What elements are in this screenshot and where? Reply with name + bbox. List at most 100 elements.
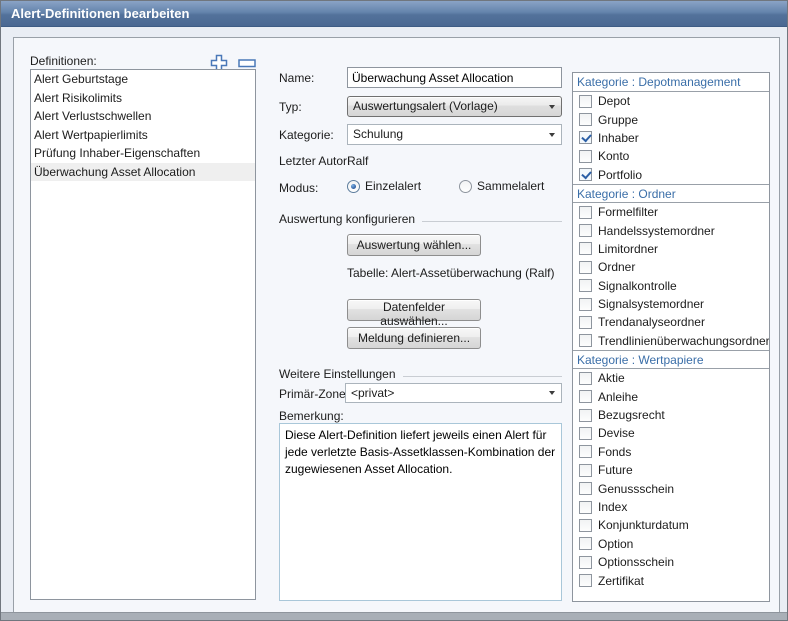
category-checkbox-row[interactable]: Index — [573, 498, 769, 516]
checkbox-icon[interactable] — [579, 372, 592, 385]
category-checkbox-row[interactable]: Limitordner — [573, 240, 769, 258]
category-checkbox-row[interactable]: Inhaber — [573, 129, 769, 147]
category-checkbox-row[interactable]: Trendanalyseordner — [573, 313, 769, 331]
window-title: Alert-Definitionen bearbeiten — [11, 6, 189, 21]
checkbox-icon[interactable] — [579, 316, 592, 329]
letzter-autor-value: Ralf — [347, 154, 368, 168]
category-checkbox-row[interactable]: Konjunkturdatum — [573, 516, 769, 534]
datenfelder-auswaehlen-button[interactable]: Datenfelder auswählen... — [347, 299, 481, 321]
definition-label: Prüfung Inhaber-Eigenschaften — [34, 146, 200, 160]
modus-radio-group: Einzelalert Sammelalert — [347, 179, 587, 193]
checkbox-icon[interactable] — [579, 519, 592, 532]
checkbox-icon[interactable] — [579, 95, 592, 108]
definitions-label: Definitionen: — [30, 54, 97, 68]
category-checkbox-label: Signalkontrolle — [598, 279, 677, 293]
checkbox-icon[interactable] — [579, 150, 592, 163]
checkbox-icon[interactable] — [579, 574, 592, 587]
category-section-title: Kategorie : Ordner — [573, 184, 769, 203]
category-checkbox-row[interactable]: Handelssystemordner — [573, 221, 769, 239]
category-checkbox-row[interactable]: Portfolio — [573, 166, 769, 184]
checkbox-icon[interactable] — [579, 409, 592, 422]
category-checkbox-row[interactable]: Signalkontrolle — [573, 277, 769, 295]
category-checkbox-label: Genussschein — [598, 482, 674, 496]
checkbox-icon[interactable] — [579, 482, 592, 495]
tabelle-info-text: Tabelle: Alert-Assetüberwachung (Ralf) — [347, 266, 554, 280]
definition-list-item[interactable]: Alert Risikolimits — [31, 89, 255, 108]
checkbox-icon[interactable] — [579, 168, 592, 181]
category-section-ordner: Kategorie : Ordner Formelfilter Handelss… — [573, 184, 769, 350]
auswertung-section-header: Auswertung konfigurieren — [279, 212, 562, 226]
modus-radio-option[interactable]: Sammelalert — [459, 179, 544, 193]
checkbox-icon[interactable] — [579, 537, 592, 550]
category-checkbox-row[interactable]: Anleihe — [573, 387, 769, 405]
dropdown-arrow-icon — [549, 105, 555, 109]
name-input[interactable] — [347, 67, 562, 88]
modus-radio-option[interactable]: Einzelalert — [347, 179, 421, 193]
categories-panel: Kategorie : Depotmanagement Depot Gruppe — [572, 72, 770, 602]
auswertung-section-title: Auswertung konfigurieren — [279, 212, 415, 226]
dialog-body-panel: Definitionen: Alert Geburtstage Alert Ri… — [13, 37, 780, 613]
typ-dropdown[interactable]: Auswertungsalert (Vorlage) — [347, 96, 562, 117]
definitions-listbox[interactable]: Alert Geburtstage Alert Risikolimits Ale… — [30, 69, 256, 600]
definition-label: Alert Verlustschwellen — [34, 109, 151, 123]
category-checkbox-row[interactable]: Aktie — [573, 369, 769, 387]
category-checkbox-row[interactable]: Trendlinienüberwachungsordner — [573, 332, 769, 350]
checkbox-icon[interactable] — [579, 131, 592, 144]
category-checkbox-row[interactable]: Option — [573, 535, 769, 553]
auswertung-waehlen-button[interactable]: Auswertung wählen... — [347, 234, 481, 256]
category-checkbox-row[interactable]: Signalsystemordner — [573, 295, 769, 313]
category-checkbox-row[interactable]: Depot — [573, 92, 769, 110]
checkbox-icon[interactable] — [579, 390, 592, 403]
definition-list-item[interactable]: Alert Verlustschwellen — [31, 107, 255, 126]
category-checkbox-label: Aktie — [598, 371, 625, 385]
section-divider-line — [422, 221, 562, 222]
radio-icon[interactable] — [459, 180, 472, 193]
category-checkbox-row[interactable]: Devise — [573, 424, 769, 442]
primar-zone-dropdown[interactable]: <privat> — [345, 383, 562, 403]
category-checkbox-label: Konjunkturdatum — [598, 518, 689, 532]
checkbox-icon[interactable] — [579, 464, 592, 477]
checkbox-icon[interactable] — [579, 298, 592, 311]
category-checkbox-list: Formelfilter Handelssystemordner Limitor… — [573, 203, 769, 350]
category-checkbox-row[interactable]: Optionsschein — [573, 553, 769, 571]
definition-label: Alert Geburtstage — [34, 72, 128, 86]
checkbox-icon[interactable] — [579, 501, 592, 514]
category-checkbox-row[interactable]: Fonds — [573, 443, 769, 461]
definition-list-item[interactable]: Prüfung Inhaber-Eigenschaften — [31, 144, 255, 163]
meldung-definieren-button[interactable]: Meldung definieren... — [347, 327, 481, 349]
checkbox-icon[interactable] — [579, 427, 592, 440]
definition-list-item[interactable]: Alert Geburtstage — [31, 70, 255, 89]
category-checkbox-row[interactable]: Formelfilter — [573, 203, 769, 221]
category-checkbox-label: Limitordner — [598, 242, 658, 256]
kategorie-dropdown[interactable]: Schulung — [347, 124, 562, 145]
checkbox-icon[interactable] — [579, 261, 592, 274]
definition-list-item[interactable]: Überwachung Asset Allocation — [31, 163, 255, 182]
category-checkbox-row[interactable]: Future — [573, 461, 769, 479]
window-title-bar[interactable]: Alert-Definitionen bearbeiten — [1, 1, 787, 27]
category-checkbox-row[interactable]: Ordner — [573, 258, 769, 276]
checkbox-icon[interactable] — [579, 224, 592, 237]
weitere-section-title: Weitere Einstellungen — [279, 367, 396, 381]
primar-zone-dropdown-value: <privat> — [351, 386, 394, 400]
category-checkbox-label: Ordner — [598, 260, 635, 274]
category-checkbox-row[interactable]: Gruppe — [573, 110, 769, 128]
definition-label: Alert Risikolimits — [34, 91, 122, 105]
dropdown-arrow-icon — [549, 391, 555, 395]
checkbox-icon[interactable] — [579, 242, 592, 255]
category-checkbox-label: Future — [598, 463, 633, 477]
radio-icon[interactable] — [347, 180, 360, 193]
checkbox-icon[interactable] — [579, 334, 592, 347]
checkbox-icon[interactable] — [579, 113, 592, 126]
checkbox-icon[interactable] — [579, 206, 592, 219]
category-checkbox-row[interactable]: Genussschein — [573, 479, 769, 497]
checkbox-icon[interactable] — [579, 445, 592, 458]
category-checkbox-row[interactable]: Zertifikat — [573, 571, 769, 589]
remove-definition-button[interactable] — [238, 59, 256, 68]
definition-list-item[interactable]: Alert Wertpapierlimits — [31, 126, 255, 145]
bemerkung-textarea[interactable]: Diese Alert-Definition liefert jeweils e… — [279, 423, 562, 601]
checkbox-icon[interactable] — [579, 279, 592, 292]
checkbox-icon[interactable] — [579, 556, 592, 569]
category-checkbox-row[interactable]: Bezugsrecht — [573, 406, 769, 424]
category-checkbox-row[interactable]: Konto — [573, 147, 769, 165]
kategorie-label: Kategorie: — [279, 128, 334, 142]
